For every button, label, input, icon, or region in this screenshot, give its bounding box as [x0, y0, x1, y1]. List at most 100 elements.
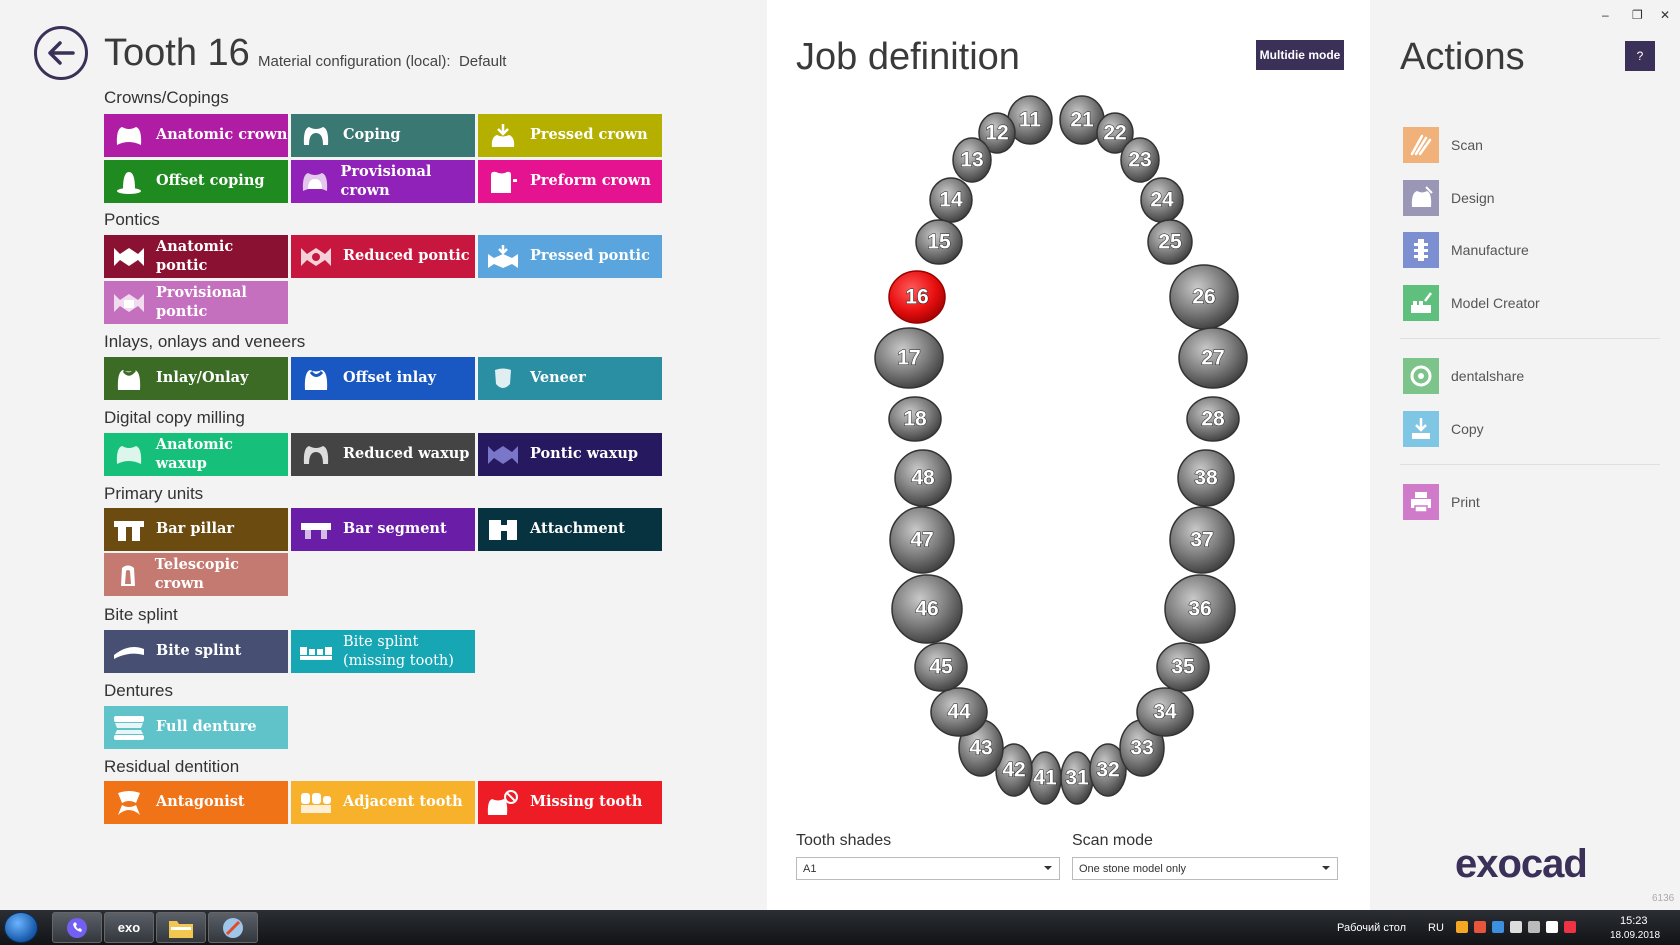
taskbar-exocad[interactable]: exo: [104, 912, 154, 943]
flag-icon[interactable]: [1546, 921, 1558, 933]
tooth-38[interactable]: 38: [1177, 449, 1235, 507]
tile-label: Anatomic waxup: [155, 436, 233, 472]
tile-offset-inlay[interactable]: Offset inlay: [291, 357, 475, 400]
tile-anatomic-waxup[interactable]: Anatomic waxup: [104, 433, 288, 476]
action-copy[interactable]: Copy: [1403, 411, 1484, 447]
multidie-mode-button[interactable]: Multidie mode: [1256, 40, 1344, 70]
tooth-23[interactable]: 23: [1120, 137, 1160, 183]
taskbar-viber[interactable]: [52, 912, 102, 943]
action-model-creator[interactable]: Model Creator: [1403, 285, 1540, 321]
taskbar-explorer[interactable]: [156, 912, 206, 943]
minimize-button[interactable]: –: [1602, 8, 1609, 22]
tile-bar-segment[interactable]: Bar segment: [291, 508, 475, 551]
action-manufacture[interactable]: Manufacture: [1403, 232, 1529, 268]
tile-anatomic-pontic[interactable]: Anatomic pontic: [104, 235, 288, 278]
desktop-label[interactable]: Рабочий стол: [1337, 922, 1406, 934]
tile-offset-coping[interactable]: Offset coping: [104, 160, 288, 203]
tile-inlay-onlay[interactable]: Inlay/Onlay: [104, 357, 288, 400]
clock-date[interactable]: 18.09.2018: [1610, 930, 1660, 941]
reduced-waxup-icon: [299, 440, 333, 470]
tray-icon[interactable]: [1564, 921, 1576, 933]
tooth-13[interactable]: 13: [952, 137, 992, 183]
tooth-14[interactable]: 14: [929, 177, 973, 223]
volume-icon[interactable]: [1528, 921, 1540, 933]
tile-preform-crown[interactable]: Preform crown: [478, 160, 662, 203]
taskbar-app4[interactable]: [208, 912, 258, 943]
tile-antagonist[interactable]: Antagonist: [104, 781, 288, 824]
action-label: Print: [1451, 494, 1480, 510]
tile-provisional-crown[interactable]: Provisional crown: [291, 160, 475, 203]
help-button[interactable]: ?: [1625, 41, 1655, 71]
tooth-45[interactable]: 45: [914, 642, 968, 692]
tooth-48[interactable]: 48: [894, 449, 952, 507]
tile-full-denture[interactable]: Full denture: [104, 706, 288, 749]
tile-bite-splint[interactable]: Bite splint: [104, 630, 288, 673]
tile-label: Offset inlay: [343, 369, 437, 387]
tile-pressed-crown[interactable]: Pressed crown: [478, 114, 662, 157]
close-button[interactable]: ✕: [1660, 8, 1670, 22]
tooth-37[interactable]: 37: [1169, 506, 1235, 574]
tile-bite-splint-missing[interactable]: Bite splint (missing tooth): [291, 630, 475, 673]
tooth-44[interactable]: 44: [930, 687, 988, 737]
tooth-27[interactable]: 27: [1178, 327, 1248, 389]
tooth-47[interactable]: 47: [889, 506, 955, 574]
tooth-24[interactable]: 24: [1140, 177, 1184, 223]
tile-label: Coping: [343, 126, 401, 144]
chevron-down-icon: [1044, 866, 1052, 870]
action-print[interactable]: Print: [1403, 484, 1480, 520]
tile-label: Anatomic pontic: [156, 238, 234, 274]
tooth-46[interactable]: 46: [891, 574, 963, 644]
tile-anatomic-crown[interactable]: Anatomic crown: [104, 114, 288, 157]
tooth-41[interactable]: 41: [1028, 751, 1062, 805]
action-scan[interactable]: Scan: [1403, 127, 1483, 163]
tooth-35[interactable]: 35: [1156, 642, 1210, 692]
tooth-shades-select[interactable]: A1: [796, 857, 1060, 880]
tile-pontic-waxup[interactable]: Pontic waxup: [478, 433, 662, 476]
restore-button[interactable]: ❐: [1632, 8, 1643, 22]
tooth-34[interactable]: 34: [1136, 687, 1194, 737]
tile-provisional-pontic[interactable]: Provisional pontic: [104, 281, 288, 324]
action-label: Manufacture: [1451, 242, 1529, 258]
back-button[interactable]: [34, 26, 88, 80]
tray-icon[interactable]: [1492, 921, 1504, 933]
tooth-25[interactable]: 25: [1147, 219, 1193, 265]
clock-time[interactable]: 15:23: [1620, 915, 1648, 927]
tile-missing-tooth[interactable]: Missing tooth: [478, 781, 662, 824]
tile-pressed-pontic[interactable]: Pressed pontic: [478, 235, 662, 278]
network-icon[interactable]: [1510, 921, 1522, 933]
tray-icon[interactable]: [1456, 921, 1468, 933]
tooth-26[interactable]: 26: [1169, 264, 1239, 330]
language-indicator[interactable]: RU: [1428, 922, 1444, 934]
tile-attachment[interactable]: Attachment: [478, 508, 662, 551]
tile-bar-pillar[interactable]: Bar pillar: [104, 508, 288, 551]
start-button[interactable]: [4, 912, 38, 943]
attachment-icon: [486, 515, 520, 545]
tile-coping[interactable]: Coping: [291, 114, 475, 157]
tile-adjacent-tooth[interactable]: Adjacent tooth: [291, 781, 475, 824]
tray-icon[interactable]: [1474, 921, 1486, 933]
tooth-17[interactable]: 17: [874, 327, 944, 389]
tile-label: Bar segment: [343, 520, 447, 538]
scan-mode-select[interactable]: One stone model only: [1072, 857, 1338, 880]
tile-veneer[interactable]: Veneer: [478, 357, 662, 400]
tooth-16[interactable]: 16: [888, 270, 946, 324]
tooth-number: 18: [903, 408, 927, 431]
tooth-18[interactable]: 18: [888, 396, 942, 442]
tooth-number: 43: [969, 737, 992, 760]
tooth-28[interactable]: 28: [1186, 396, 1240, 442]
action-dentalshare[interactable]: dentalshare: [1403, 358, 1524, 394]
tile-reduced-pontic[interactable]: Reduced pontic: [291, 235, 475, 278]
bite-splint-icon: [112, 637, 146, 667]
tooth-31[interactable]: 31: [1060, 751, 1094, 805]
tooth-36[interactable]: 36: [1164, 574, 1236, 644]
tile-reduced-waxup[interactable]: Reduced waxup: [291, 433, 475, 476]
tooth-15[interactable]: 15: [915, 219, 963, 265]
manufacture-icon: [1403, 232, 1439, 268]
action-design[interactable]: Design: [1403, 180, 1495, 216]
tile-label: Pontic waxup: [530, 445, 639, 463]
tooth-layer: 11 1213 14 15 16 17 18 21 2223 24 25 26 27 28 31 32 3334…: [874, 95, 1248, 805]
tooth-number: 31: [1065, 767, 1089, 790]
tile-telescopic-crown[interactable]: Telescopic crown: [104, 553, 288, 596]
tile-label: Preform crown: [530, 172, 651, 190]
tooth-number: 36: [1188, 598, 1211, 621]
